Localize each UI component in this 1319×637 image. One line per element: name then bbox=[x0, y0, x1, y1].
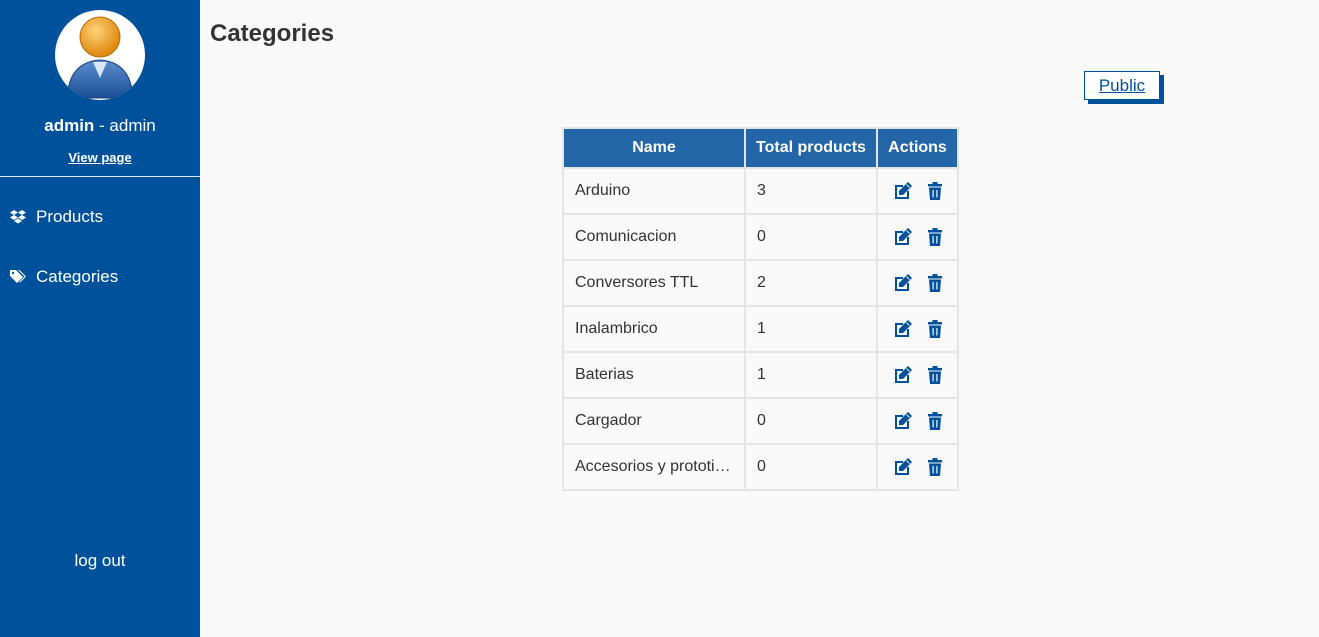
sidebar-item-label: Categories bbox=[36, 267, 119, 286]
view-page-link[interactable]: View page bbox=[0, 150, 200, 165]
category-total: 2 bbox=[744, 259, 878, 307]
actions-cell bbox=[876, 351, 959, 399]
actions-cell bbox=[876, 213, 959, 261]
category-total: 0 bbox=[744, 213, 878, 261]
public-button[interactable]: Public bbox=[1084, 71, 1160, 100]
user-name: admin bbox=[44, 116, 95, 135]
table-row: Baterias 1 bbox=[562, 351, 959, 399]
edit-icon[interactable] bbox=[893, 181, 913, 201]
trash-icon[interactable] bbox=[925, 181, 945, 201]
sidebar-item-products[interactable]: Products bbox=[10, 204, 195, 230]
sidebar: admin - admin View page Products Categor… bbox=[0, 0, 200, 637]
category-name: Conversores TTL bbox=[562, 259, 746, 307]
actions-cell bbox=[876, 305, 959, 353]
category-name: Baterias bbox=[562, 351, 746, 399]
category-total: 3 bbox=[744, 167, 878, 215]
trash-icon[interactable] bbox=[925, 319, 945, 339]
categories-table: Name Total products Actions Arduino 3 Co… bbox=[562, 127, 959, 491]
category-total: 1 bbox=[744, 351, 878, 399]
table-row: Comunicacion 0 bbox=[562, 213, 959, 261]
trash-icon[interactable] bbox=[925, 273, 945, 293]
table-row: Inalambrico 1 bbox=[562, 305, 959, 353]
trash-icon[interactable] bbox=[925, 365, 945, 385]
edit-icon[interactable] bbox=[893, 365, 913, 385]
category-total: 0 bbox=[744, 397, 878, 445]
trash-icon[interactable] bbox=[925, 411, 945, 431]
avatar bbox=[55, 10, 145, 100]
table-row: Cargador 0 bbox=[562, 397, 959, 445]
sidebar-divider bbox=[0, 176, 200, 177]
actions-cell bbox=[876, 397, 959, 445]
column-header-actions: Actions bbox=[876, 127, 959, 169]
category-total: 0 bbox=[744, 443, 878, 491]
category-name: Accesorios y prototi… bbox=[562, 443, 746, 491]
edit-icon[interactable] bbox=[893, 273, 913, 293]
logout-link[interactable]: log out bbox=[0, 551, 200, 571]
category-name: Comunicacion bbox=[562, 213, 746, 261]
column-header-name: Name bbox=[562, 127, 746, 169]
user-info: admin - admin bbox=[0, 116, 200, 136]
table-header-row: Name Total products Actions bbox=[562, 127, 959, 169]
trash-icon[interactable] bbox=[925, 457, 945, 477]
column-header-total: Total products bbox=[744, 127, 878, 169]
category-name: Cargador bbox=[562, 397, 746, 445]
user-role: - admin bbox=[94, 116, 156, 135]
table-row: Conversores TTL 2 bbox=[562, 259, 959, 307]
actions-cell bbox=[876, 443, 959, 491]
dropbox-icon bbox=[10, 210, 26, 224]
sidebar-item-categories[interactable]: Categories bbox=[10, 264, 195, 290]
category-name: Inalambrico bbox=[562, 305, 746, 353]
category-total: 1 bbox=[744, 305, 878, 353]
edit-icon[interactable] bbox=[893, 411, 913, 431]
table-row: Accesorios y prototi… 0 bbox=[562, 443, 959, 491]
sidebar-item-label: Products bbox=[36, 207, 104, 226]
edit-icon[interactable] bbox=[893, 457, 913, 477]
tags-icon bbox=[10, 270, 26, 283]
table-row: Arduino 3 bbox=[562, 167, 959, 215]
category-name: Arduino bbox=[562, 167, 746, 215]
page-title: Categories bbox=[210, 20, 335, 47]
trash-icon[interactable] bbox=[925, 227, 945, 247]
edit-icon[interactable] bbox=[893, 227, 913, 247]
actions-cell bbox=[876, 259, 959, 307]
edit-icon[interactable] bbox=[893, 319, 913, 339]
actions-cell bbox=[876, 167, 959, 215]
user-avatar-icon bbox=[66, 16, 134, 99]
